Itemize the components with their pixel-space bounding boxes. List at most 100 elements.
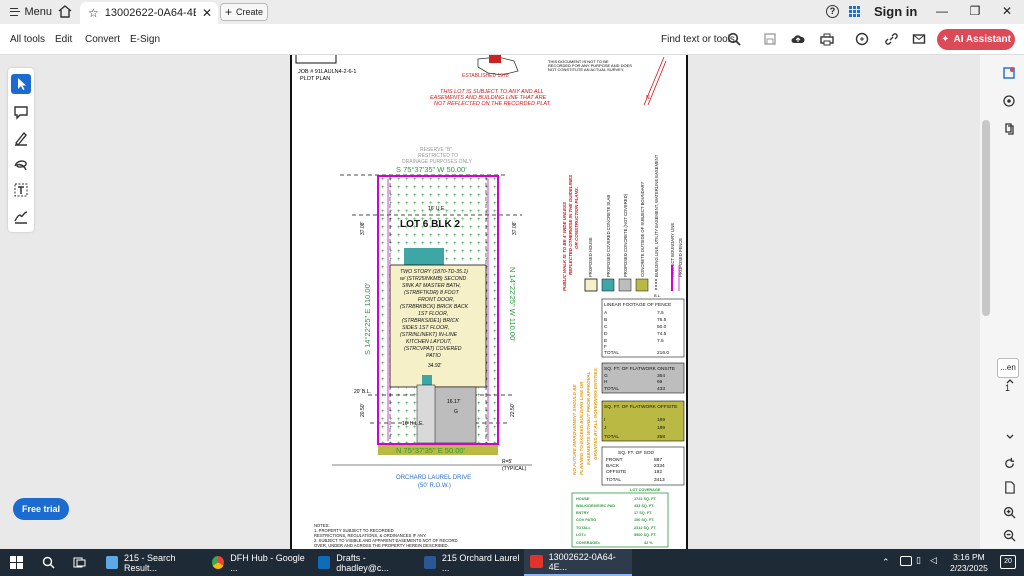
fence-row-d-label: D: [604, 331, 608, 337]
left-tool-rail: [8, 68, 34, 232]
fence-row-b-label: B: [604, 317, 607, 323]
close-tab-icon[interactable]: ✕: [202, 6, 212, 20]
tray-chevron-icon[interactable]: ⌃: [882, 557, 890, 568]
draw-freehand-icon[interactable]: [11, 154, 31, 174]
refresh-icon[interactable]: [1003, 457, 1016, 470]
house-line-1: TWO STORY (1870-TD-35.1): [400, 269, 468, 275]
coverage-entry-value: 17 SQ. FT.: [634, 511, 652, 515]
taskbar-search-icon[interactable]: [42, 556, 55, 569]
coverage-lot-value: 5500 SQ. FT.: [634, 533, 656, 537]
task-view-icon[interactable]: [73, 556, 86, 569]
document-tab[interactable]: ☆ 13002622-0A64-4EE6-9... ✕: [80, 2, 218, 24]
driveway: [433, 386, 477, 444]
star-icon[interactable]: ☆: [88, 6, 99, 20]
main-toolbar: All tools Edit Convert E-Sign Find text …: [0, 24, 1024, 55]
volume-icon[interactable]: ◁: [930, 555, 937, 566]
offsite-total-label: TOTAL: [604, 434, 619, 440]
minimize-icon[interactable]: —: [932, 4, 952, 18]
esign-menu[interactable]: E-Sign: [130, 34, 160, 45]
taskbar-item-chrome[interactable]: DFH Hub - Google ...: [206, 549, 310, 576]
select-cursor-icon[interactable]: [11, 74, 31, 94]
onsite-total-label: TOTAL: [604, 386, 619, 392]
sign-icon[interactable]: [11, 206, 31, 226]
house-line-7: 1ST FLOOR,: [418, 311, 448, 317]
tray-device-icon[interactable]: [900, 556, 912, 566]
legend-swatch-covered: [601, 278, 615, 292]
sod-table-title: SQ. FT. OF SOD: [618, 450, 655, 456]
text-box-icon[interactable]: [11, 180, 31, 200]
covered-patio-slab: [404, 248, 444, 266]
dim-16: 16.17': [447, 399, 461, 405]
save-icon[interactable]: [763, 32, 777, 46]
fence-row-d-value: 74.5: [657, 331, 667, 337]
highlight-pen-icon[interactable]: [11, 128, 31, 148]
taskbar-item-outlook[interactable]: Drafts - dhadley@c...: [312, 549, 416, 576]
taskbar-item-acrobat[interactable]: 13002622-0A64-4E...: [524, 549, 632, 576]
fence-row-c-value: 50.0: [657, 324, 667, 330]
legend-swatch-concrete: [618, 278, 632, 292]
page-number-input[interactable]: ...en: [997, 358, 1019, 378]
attachments-panel-icon[interactable]: [1002, 122, 1016, 136]
coverage-walk-label: WALK/DRIVE/RC PAD: [576, 504, 615, 508]
maximize-icon[interactable]: ❐: [965, 4, 985, 18]
page-down-icon[interactable]: [1005, 432, 1015, 442]
zoom-in-icon[interactable]: [1003, 506, 1016, 519]
taskbar-item-explorer[interactable]: 215 - Search Result...: [100, 549, 204, 576]
free-trial-button[interactable]: Free trial: [13, 498, 69, 520]
walk-note-2: REFLECTED OTHERWISE IN THE GUIDELINES: [568, 175, 573, 275]
system-clock[interactable]: 3:16 PM 2/23/2025: [950, 552, 988, 574]
add-comment-icon[interactable]: [11, 102, 31, 122]
apps-grid-icon[interactable]: [849, 6, 860, 17]
help-icon[interactable]: ?: [826, 5, 839, 18]
ai-assistant-button[interactable]: ✦ AI Assistant: [937, 29, 1015, 50]
vertical-scrollbar[interactable]: [982, 120, 990, 316]
zoom-out-icon[interactable]: [1003, 529, 1016, 542]
ue-label: 16' U.E.: [428, 206, 446, 212]
sod-total-value: 3413: [654, 477, 665, 483]
coverage-title: LOT COVERAGE: [630, 488, 661, 492]
header-box: [295, 55, 337, 64]
home-icon[interactable]: [58, 5, 72, 18]
coverage-house-value: 1722 SQ. FT.: [634, 497, 656, 501]
onsite-table-title: SQ. FT. OF FLATWORK ONSITE: [604, 366, 675, 372]
convert-menu[interactable]: Convert: [85, 34, 120, 45]
create-label: Create: [236, 7, 264, 17]
edit-menu[interactable]: Edit: [55, 34, 72, 45]
print-icon[interactable]: [820, 32, 834, 46]
onsite-row-h-value: 69: [657, 379, 663, 385]
ai-sparkle-icon: ✦: [941, 34, 950, 45]
taskbar-item-label: 215 Orchard Laurel ...: [441, 552, 520, 573]
lot-label: LOT 6 BLK 2: [400, 219, 460, 230]
menu-button[interactable]: Menu: [0, 6, 52, 18]
find-text-button[interactable]: Find text or tools: [661, 34, 735, 45]
taskbar-item-label: 215 - Search Result...: [123, 552, 176, 573]
house-line-2: w/ (STR25INKMB) SECOND: [400, 276, 467, 282]
close-window-icon[interactable]: ✕: [997, 4, 1017, 18]
comments-panel-icon[interactable]: [1002, 66, 1016, 80]
share-comment-icon[interactable]: [855, 32, 869, 46]
taskbar-item-word[interactable]: 215 Orchard Laurel ...: [418, 549, 522, 576]
fence-row-e-value: 7.5: [657, 338, 664, 344]
network-icon[interactable]: ▯: [916, 555, 921, 566]
windows-start-icon[interactable]: [10, 556, 23, 569]
onsite-row-g-value: 364: [657, 373, 665, 379]
notification-badge[interactable]: 20: [1000, 555, 1016, 569]
walk-note-1: PUBLIC WALK IS TO BE 4' WIDE UNLESS: [562, 202, 567, 291]
established-text: ESTABLISHED 1978: [462, 73, 509, 79]
sign-in-button[interactable]: Sign in: [874, 4, 917, 19]
bookmark-panel-icon[interactable]: [1002, 94, 1016, 108]
fence-total-value: 216.0: [657, 350, 669, 356]
email-icon[interactable]: [912, 32, 926, 46]
create-button[interactable]: + Create: [220, 3, 268, 21]
clock-date: 2/23/2025: [950, 563, 988, 573]
cloud-upload-icon[interactable]: [791, 32, 805, 46]
coverage-entry-label: ENTRY: [576, 511, 589, 515]
link-icon[interactable]: [884, 32, 898, 46]
save-page-icon[interactable]: [1003, 481, 1016, 494]
search-icon[interactable]: [727, 32, 741, 46]
bottom-bearing: N 75°37'35" E 50.00': [396, 446, 466, 455]
menu-label: Menu: [24, 6, 52, 18]
offsite-row-j-value: 189: [657, 425, 665, 431]
all-tools-menu[interactable]: All tools: [10, 34, 45, 45]
house-line-11: KITCHEN LAYOUT,: [406, 339, 452, 345]
